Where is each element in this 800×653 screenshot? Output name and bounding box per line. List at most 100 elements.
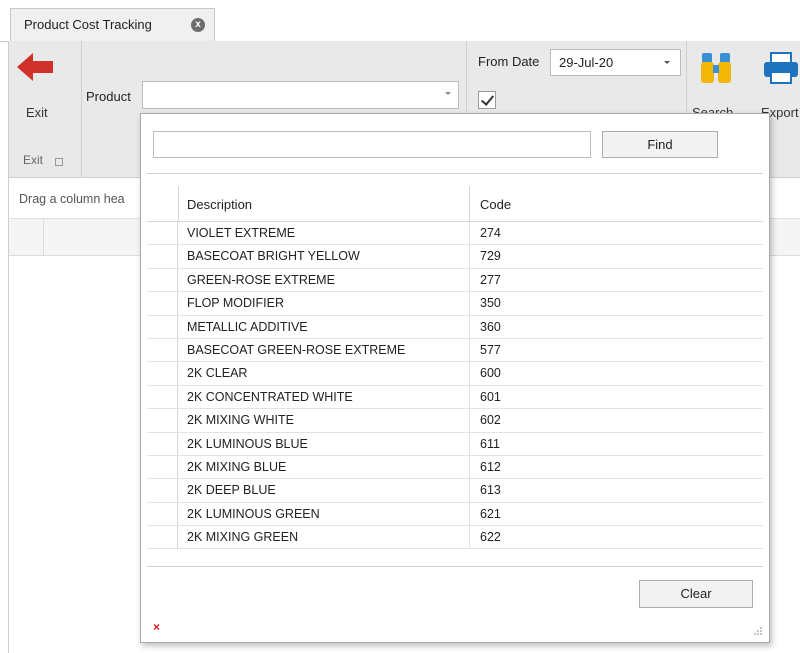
tab-product-cost-tracking[interactable]: Product Cost Tracking x xyxy=(10,8,215,41)
row-code: 729 xyxy=(480,249,501,264)
list-row[interactable]: 2K LUMINOUS GREEN 621 xyxy=(147,502,763,527)
cell-separator xyxy=(469,479,470,502)
column-header-code[interactable]: Code xyxy=(480,197,511,212)
row-indicator xyxy=(147,245,178,268)
cell-separator xyxy=(469,526,470,549)
cell-separator xyxy=(469,338,470,362)
row-indicator xyxy=(147,385,178,409)
cell-separator xyxy=(469,268,470,292)
row-indicator xyxy=(147,479,178,502)
divider xyxy=(147,173,763,174)
row-description: 2K MIXING WHITE xyxy=(187,413,294,428)
row-code: 613 xyxy=(480,483,501,498)
product-list: VIOLET EXTREME 274 BASECOAT BRIGHT YELLOW… xyxy=(147,222,763,554)
row-indicator-header xyxy=(147,186,179,221)
from-date-label: From Date xyxy=(478,54,540,69)
close-icon[interactable]: x xyxy=(191,18,205,32)
printer-export-icon[interactable] xyxy=(761,51,800,85)
row-indicator xyxy=(147,455,178,479)
cell-separator xyxy=(469,385,470,409)
list-row[interactable]: 2K DEEP BLUE 613 xyxy=(147,479,763,503)
close-popup-icon[interactable]: × xyxy=(153,620,160,634)
row-description: VIOLET EXTREME xyxy=(187,226,296,240)
cell-separator xyxy=(469,292,470,315)
list-row[interactable]: 2K MIXING GREEN 622 xyxy=(147,526,763,550)
row-description: 2K MIXING GREEN xyxy=(187,530,299,545)
ribbon-separator xyxy=(81,41,82,177)
list-row[interactable]: METALLIC ADDITIVE 360 xyxy=(147,315,763,339)
row-code: 360 xyxy=(480,319,501,334)
list-row[interactable]: GREEN-ROSE EXTREME 277 xyxy=(147,268,763,293)
row-code: 277 xyxy=(480,272,501,287)
row-indicator xyxy=(147,268,178,292)
row-description: 2K LUMINOUS BLUE xyxy=(187,436,308,451)
from-date-picker[interactable]: 29-Jul-20 xyxy=(550,49,681,76)
row-indicator xyxy=(147,502,178,526)
row-indicator xyxy=(147,432,178,455)
row-indicator xyxy=(147,315,178,338)
clear-button[interactable]: Clear xyxy=(639,580,753,608)
list-row[interactable]: 2K LUMINOUS BLUE 611 xyxy=(147,432,763,456)
list-row[interactable]: VIOLET EXTREME 274 xyxy=(147,222,763,246)
row-description: FLOP MODIFIER xyxy=(187,296,285,311)
date-checkbox[interactable] xyxy=(478,91,496,109)
list-row[interactable]: 2K MIXING WHITE 602 xyxy=(147,409,763,433)
row-code: 274 xyxy=(480,226,501,240)
list-header: Description Code xyxy=(147,186,763,222)
product-combo[interactable] xyxy=(142,81,459,109)
find-input[interactable] xyxy=(153,131,591,158)
row-description: 2K DEEP BLUE xyxy=(187,483,276,498)
row-indicator xyxy=(147,409,178,432)
row-description: BASECOAT GREEN-ROSE EXTREME xyxy=(187,342,406,357)
cell-separator xyxy=(469,222,470,245)
list-row[interactable]: BASECOAT GREEN-ROSE EXTREME 577 xyxy=(147,338,763,363)
exit-group-label: Exit xyxy=(23,153,44,167)
find-button[interactable]: Find xyxy=(602,131,718,158)
cell-separator xyxy=(469,432,470,455)
list-row[interactable]: FLOP MODIFIER 350 xyxy=(147,292,763,316)
row-description: 2K LUMINOUS GREEN xyxy=(187,506,320,521)
tab-strip: Product Cost Tracking x xyxy=(0,0,800,42)
row-code: 600 xyxy=(480,366,501,381)
row-description: BASECOAT BRIGHT YELLOW xyxy=(187,249,360,264)
cell-separator xyxy=(469,502,470,526)
divider xyxy=(147,566,763,567)
cell-separator xyxy=(469,362,470,385)
cell-separator xyxy=(469,409,470,432)
row-code: 611 xyxy=(480,436,500,451)
row-code: 350 xyxy=(480,296,501,311)
cell-separator xyxy=(469,245,470,268)
list-row[interactable]: 2K CLEAR 600 xyxy=(147,362,763,386)
row-code: 577 xyxy=(480,342,501,357)
row-description: 2K CLEAR xyxy=(187,366,248,381)
row-indicator xyxy=(147,222,178,245)
row-description: GREEN-ROSE EXTREME xyxy=(187,272,335,287)
row-code: 621 xyxy=(480,506,501,521)
list-row[interactable]: BASECOAT BRIGHT YELLOW 729 xyxy=(147,245,763,269)
list-row[interactable]: 2K MIXING BLUE 612 xyxy=(147,455,763,480)
row-indicator xyxy=(147,292,178,315)
exit-arrow-icon[interactable] xyxy=(15,51,55,83)
tab-title: Product Cost Tracking xyxy=(24,17,152,32)
binoculars-search-icon[interactable] xyxy=(699,51,733,85)
column-separator[interactable] xyxy=(469,186,470,221)
row-indicator xyxy=(147,526,178,549)
chevron-down-icon[interactable] xyxy=(664,61,670,64)
group-launcher-icon[interactable] xyxy=(55,158,63,166)
row-code: 622 xyxy=(480,530,501,545)
row-description: 2K CONCENTRATED WHITE xyxy=(187,389,353,404)
chevron-down-icon[interactable] xyxy=(445,92,451,95)
product-label: Product xyxy=(86,89,131,104)
row-code: 602 xyxy=(480,413,501,428)
exit-button[interactable]: Exit xyxy=(26,105,48,120)
cell-separator xyxy=(469,315,470,338)
row-code: 601 xyxy=(480,389,501,404)
list-row[interactable]: 2K CONCENTRATED WHITE 601 xyxy=(147,385,763,410)
row-indicator xyxy=(147,338,178,362)
row-description: METALLIC ADDITIVE xyxy=(187,319,308,334)
product-lookup-popup: Find Description Code VIOLET EXTREME 274 … xyxy=(140,113,770,643)
row-code: 612 xyxy=(480,459,501,474)
cell-separator xyxy=(469,455,470,479)
resize-grip-icon[interactable] xyxy=(753,626,763,636)
column-header-description[interactable]: Description xyxy=(187,197,252,212)
